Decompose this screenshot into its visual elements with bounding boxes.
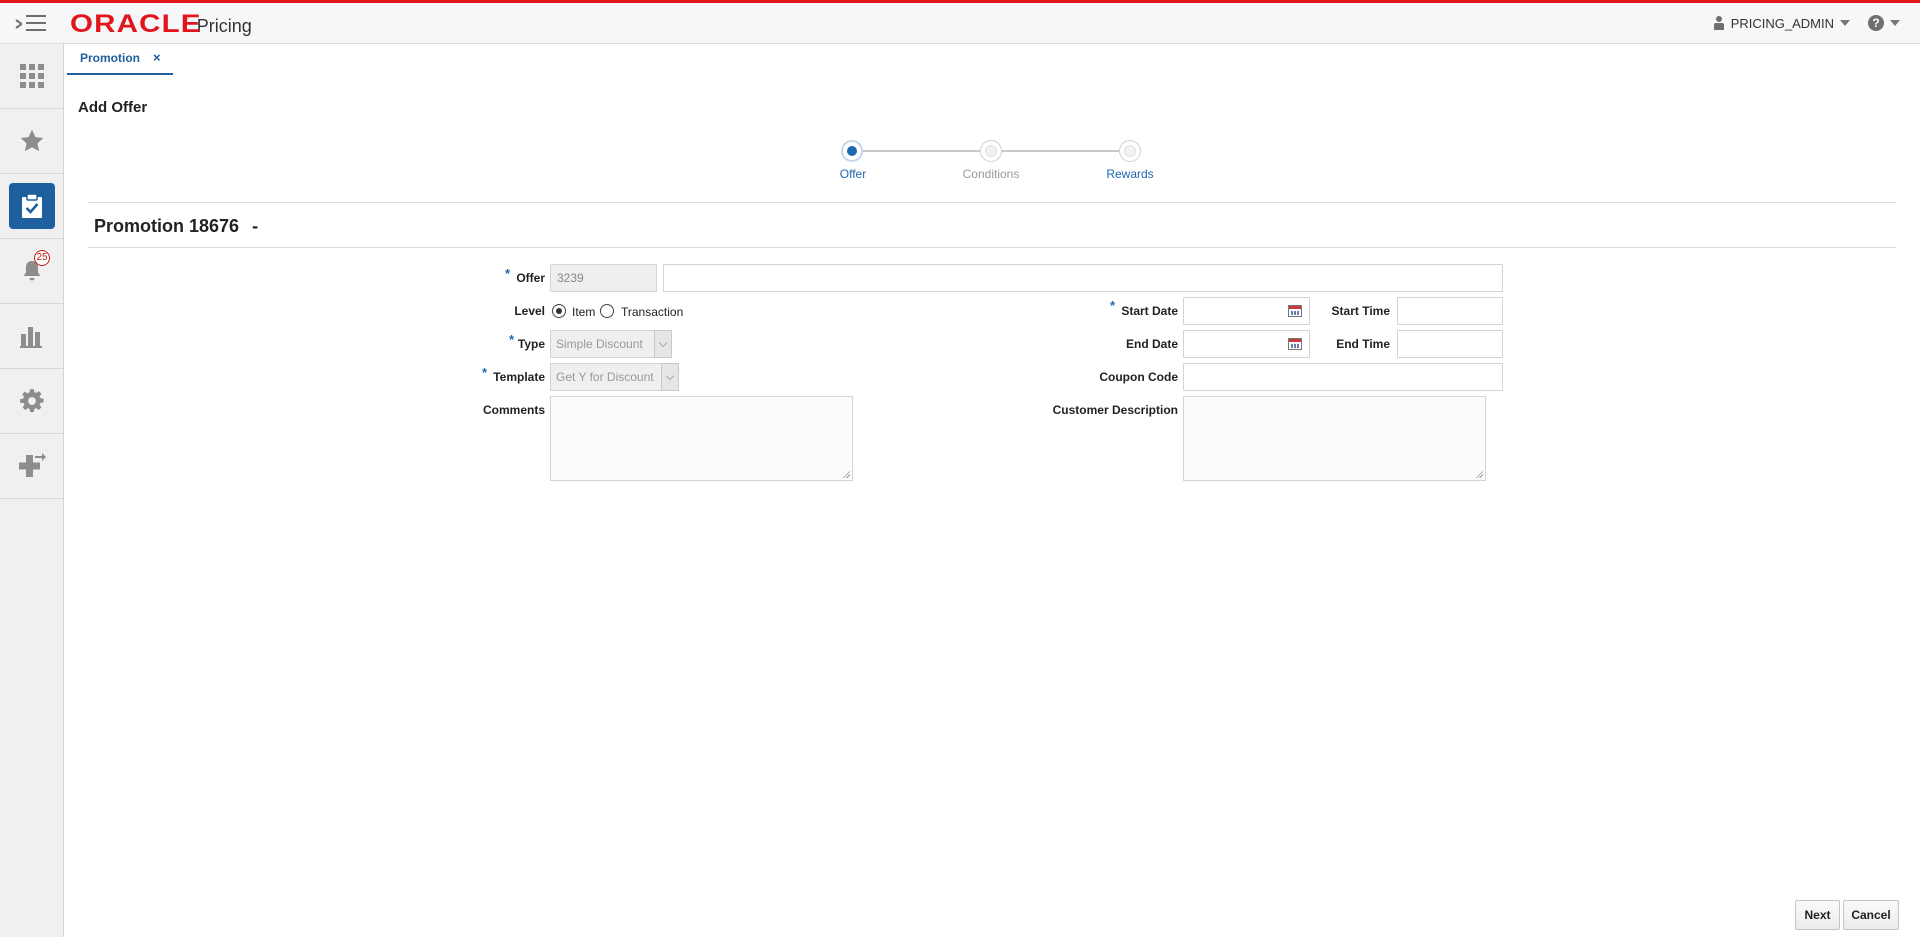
level-transaction-label[interactable]: Transaction <box>621 305 683 319</box>
notification-count-badge: 25 <box>34 250 50 266</box>
promotion-title: Promotion 18676 <box>94 216 240 236</box>
oracle-logo: ORACLE <box>70 10 202 38</box>
chevron-down-icon <box>661 363 679 391</box>
top-bar: ORACLE ® Pricing PRICING_ADMIN ? <box>0 0 1920 44</box>
user-area: PRICING_ADMIN ? <box>1713 15 1900 31</box>
nav-item-notifications[interactable]: 25 <box>0 239 64 304</box>
start-time-label: Start Time <box>1331 304 1390 318</box>
end-date-label: End Date <box>1125 337 1178 351</box>
comments-textarea[interactable] <box>550 396 853 481</box>
registered-mark: ® <box>183 15 189 22</box>
nav-item-reports[interactable] <box>0 304 64 369</box>
level-item-label[interactable]: Item <box>572 305 595 319</box>
close-icon[interactable]: × <box>153 50 161 65</box>
type-select: Simple Discount <box>550 330 672 358</box>
end-time-label: End Time <box>1336 337 1390 351</box>
star-icon <box>20 129 44 152</box>
page-title: Add Offer <box>78 99 148 116</box>
nav-item-tasks[interactable] <box>0 174 64 239</box>
template-label: Template <box>493 370 545 384</box>
template-select: Get Y for Discount <box>550 363 679 391</box>
start-time-field[interactable] <box>1397 297 1503 325</box>
resize-handle-icon[interactable] <box>1475 470 1483 478</box>
tab-label: Promotion <box>80 51 140 65</box>
header-divider <box>88 202 1896 203</box>
chevron-down-icon[interactable] <box>1890 20 1900 26</box>
chevron-down-icon <box>654 330 672 358</box>
tab-promotion[interactable]: Promotion × <box>67 46 173 75</box>
comments-label: Comments <box>482 403 545 417</box>
nav-item-settings[interactable] <box>0 369 64 434</box>
train-step-rewards[interactable] <box>1119 140 1141 162</box>
customer-description-label: Customer Description <box>1052 403 1178 417</box>
type-label: Type <box>517 337 545 351</box>
template-value: Get Y for Discount <box>556 370 654 384</box>
train-label-conditions: Conditions <box>962 167 1020 181</box>
promotion-title-suffix: - <box>252 216 259 236</box>
start-date-label: Start Date <box>1121 304 1178 318</box>
section-title: Promotion 18676 - <box>94 216 258 237</box>
user-menu[interactable]: PRICING_ADMIN <box>1731 16 1834 31</box>
section-divider <box>88 247 1896 248</box>
user-icon <box>1713 16 1725 30</box>
resize-handle-icon[interactable] <box>842 470 850 478</box>
end-date-field[interactable] <box>1183 330 1310 358</box>
customer-description-textarea[interactable] <box>1183 396 1486 481</box>
plus-arrow-icon <box>19 453 46 477</box>
app-logo[interactable]: ORACLE ® Pricing <box>70 10 252 39</box>
offer-label: Offer <box>516 271 545 285</box>
calendar-icon[interactable] <box>1288 305 1302 317</box>
left-nav: 25 <box>0 44 64 937</box>
offer-name-field[interactable] <box>663 264 1503 292</box>
train-step-offer[interactable] <box>841 140 863 162</box>
level-label: Level <box>514 304 545 318</box>
menu-toggle-icon[interactable] <box>15 15 46 35</box>
train-step-conditions <box>980 140 1002 162</box>
clipboard-check-icon <box>22 193 42 218</box>
start-date-field[interactable] <box>1183 297 1310 325</box>
nav-item-favorites[interactable] <box>0 109 64 174</box>
level-item-radio[interactable] <box>552 304 566 318</box>
end-time-field[interactable] <box>1397 330 1503 358</box>
grid-icon <box>20 64 44 88</box>
cancel-button[interactable]: Cancel <box>1843 900 1899 930</box>
level-transaction-radio[interactable] <box>600 304 614 318</box>
gear-icon <box>20 389 44 413</box>
nav-item-add[interactable] <box>0 434 64 499</box>
train-label-rewards[interactable]: Rewards <box>1080 167 1180 181</box>
type-value: Simple Discount <box>556 337 643 351</box>
app-name: Pricing <box>196 16 252 36</box>
calendar-icon[interactable] <box>1288 338 1302 350</box>
offer-id-field <box>550 264 657 292</box>
coupon-code-field[interactable] <box>1183 363 1503 391</box>
coupon-code-label: Coupon Code <box>1099 370 1178 384</box>
next-button[interactable]: Next <box>1795 900 1840 930</box>
bar-chart-icon <box>20 327 42 348</box>
help-icon[interactable]: ? <box>1868 15 1884 31</box>
nav-item-tasks-grid[interactable] <box>0 44 64 109</box>
train-label-offer[interactable]: Offer <box>803 167 903 181</box>
chevron-down-icon[interactable] <box>1840 20 1850 26</box>
